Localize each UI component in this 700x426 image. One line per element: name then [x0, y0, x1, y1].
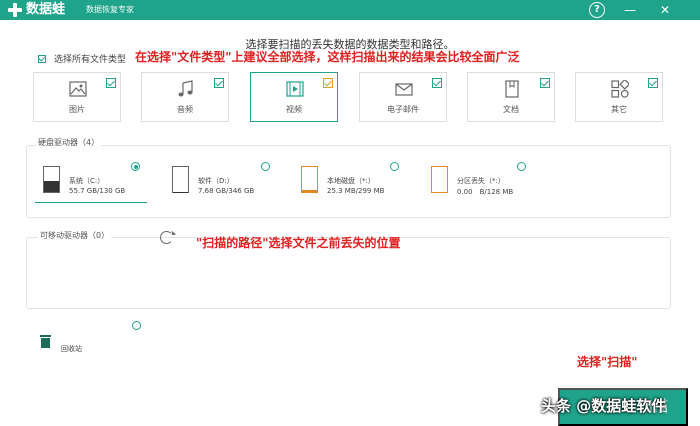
file-type-video[interactable]: 视频 [250, 72, 338, 122]
watermark: 头条 @数据蛙软件 [541, 397, 667, 415]
annotation-scan-tip: 选择"扫描" [577, 355, 638, 369]
drive-c-selected-indicator [35, 202, 147, 203]
file-type-document-label: 文档 [503, 105, 519, 114]
file-type-document-checkbox[interactable] [540, 78, 550, 88]
drive-c-usage-bar [44, 181, 59, 192]
removable-drive-panel-title: 可移动驱动器（0） [38, 230, 112, 241]
select-all-checkbox[interactable]: 选择所有文件类型 [38, 52, 126, 65]
video-icon [286, 81, 304, 97]
file-type-email-label: 电子邮件 [387, 105, 419, 114]
annotation-path-tip: "扫描的路径"选择文件之前丢失的位置 [196, 236, 401, 250]
drive-lost-radio[interactable] [517, 162, 526, 171]
annotation-file-type-tip: 在选择"文件类型"上建议全部选择，这样扫描出来的结果会比较全面广泛 [135, 50, 520, 64]
file-type-image[interactable]: 图片 [33, 72, 121, 122]
file-type-video-checkbox[interactable] [323, 78, 333, 88]
hard-drive-icon [431, 166, 448, 193]
file-type-document[interactable]: 文档 [467, 72, 555, 122]
title-bar: 数据蛙 数据恢复专家 ? — ✕ [0, 0, 700, 20]
drive-local-name: 本地磁盘（*:） [327, 177, 375, 185]
hard-drive-icon [43, 166, 60, 193]
file-type-other-label: 其它 [611, 105, 627, 114]
help-button[interactable]: ? [589, 2, 605, 18]
image-icon [69, 81, 87, 97]
music-note-icon [178, 80, 193, 97]
file-type-video-label: 视频 [286, 105, 302, 114]
file-type-other[interactable]: 其它 [575, 72, 663, 122]
drive-local-usage-bar [302, 190, 317, 192]
app-name: 数据蛙 [26, 2, 66, 17]
hard-drive-panel-title: 硬盘驱动器（4） [36, 137, 102, 148]
drive-d-usage-bar [173, 191, 188, 192]
drive-c-name: 系统（C:） [69, 177, 105, 185]
file-type-email[interactable]: 电子邮件 [359, 72, 447, 122]
drive-c-radio[interactable] [131, 162, 140, 171]
envelope-icon [395, 83, 413, 96]
drive-d-name: 软件（D:） [198, 177, 234, 185]
app-subtitle: 数据恢复专家 [86, 5, 134, 14]
file-type-email-checkbox[interactable] [432, 78, 442, 88]
refresh-icon[interactable] [160, 231, 173, 244]
document-icon [505, 80, 519, 98]
file-type-audio[interactable]: 音频 [141, 72, 229, 122]
file-type-other-checkbox[interactable] [648, 78, 658, 88]
drive-d-radio[interactable] [261, 162, 270, 171]
drive-local-size: 25.3 MB/299 MB [327, 187, 385, 195]
minimize-button[interactable]: — [622, 2, 638, 18]
close-button[interactable]: ✕ [657, 2, 673, 18]
file-type-image-label: 图片 [69, 105, 85, 114]
drive-local-radio[interactable] [390, 162, 399, 171]
recycle-bin-radio[interactable] [132, 321, 141, 330]
trash-icon[interactable] [40, 335, 51, 348]
drive-lost-name: 分区丢失（*:） [457, 177, 505, 185]
select-all-label: 选择所有文件类型 [54, 55, 127, 65]
drive-d-size: 7.68 GB/346 GB [198, 187, 255, 195]
app-logo-icon [8, 3, 22, 17]
recycle-bin-label[interactable]: 回收站 [61, 344, 82, 354]
file-type-audio-checkbox[interactable] [214, 78, 224, 88]
hard-drive-icon [301, 166, 318, 193]
grid-icon [611, 80, 629, 98]
file-type-image-checkbox[interactable] [106, 78, 116, 88]
drive-lost-size: 0.00 B/128 MB [457, 188, 514, 196]
checkbox-checked-icon [38, 54, 46, 63]
file-type-audio-label: 音频 [177, 105, 193, 114]
hard-drive-icon [172, 166, 189, 193]
drive-c-size: 55.7 GB/130 GB [69, 187, 126, 195]
